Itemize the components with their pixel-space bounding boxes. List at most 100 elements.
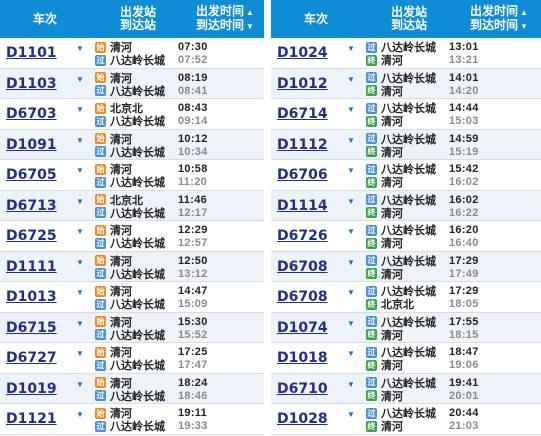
table-row[interactable]: D6714 ▼ 过八达岭长城终清河 14:44 15:03 [271, 99, 541, 130]
arrival-time: 18:46 [178, 389, 208, 402]
expand-stops-icon[interactable]: ▼ [76, 227, 84, 236]
train-number-link[interactable]: D1013 [6, 289, 57, 305]
train-number-link[interactable]: D1012 [277, 76, 328, 92]
pass-station-icon: 过 [366, 407, 377, 419]
expand-stops-icon[interactable]: ▼ [347, 288, 355, 297]
table-row[interactable]: D1019 ▼ 始清河过八达岭长城 18:24 18:46 [0, 373, 264, 404]
table-row[interactable]: D1091 ▼ 始清河过八达岭长城 10:12 10:34 [0, 129, 264, 160]
table-row[interactable]: D1112 ▼ 过八达岭长城终清河 14:59 15:19 [271, 129, 541, 160]
table-row[interactable]: D1013 ▼ 始清河过八达岭长城 14:47 15:09 [0, 282, 264, 313]
train-number-link[interactable]: D1121 [6, 411, 57, 427]
expand-stops-icon[interactable]: ▼ [76, 197, 84, 206]
train-number-link[interactable]: D1024 [277, 45, 328, 61]
table-row[interactable]: D6705 ▼ 始清河过八达岭长城 10:58 11:20 [0, 160, 264, 191]
column-header-train[interactable]: 车次 [271, 12, 361, 26]
sort-descending-icon[interactable]: ▼ [520, 22, 528, 31]
expand-stops-icon[interactable]: ▼ [76, 75, 84, 84]
table-row[interactable]: D1101 ▼ 始清河过八达岭长城 07:30 07:52 [0, 38, 264, 69]
sort-ascending-icon[interactable]: ▲ [246, 8, 254, 17]
expand-stops-icon[interactable]: ▼ [76, 349, 84, 358]
train-number-link[interactable]: D6703 [6, 106, 57, 122]
expand-stops-icon[interactable]: ▼ [347, 349, 355, 358]
expand-stops-icon[interactable]: ▼ [76, 410, 84, 419]
table-row[interactable]: D1121 ▼ 始清河过八达岭长城 19:11 19:33 [0, 404, 264, 435]
expand-stops-icon[interactable]: ▼ [76, 105, 84, 114]
table-row[interactable]: D6725 ▼ 始清河过八达岭长城 12:29 12:57 [0, 221, 264, 252]
expand-stops-icon[interactable]: ▼ [347, 410, 355, 419]
train-number-link[interactable]: D1101 [6, 45, 57, 61]
table-row[interactable]: D1114 ▼ 过八达岭长城终清河 16:02 16:22 [271, 190, 541, 221]
expand-stops-icon[interactable]: ▼ [76, 258, 84, 267]
expand-stops-icon[interactable]: ▼ [347, 258, 355, 267]
column-header-times[interactable]: 出发时间 ▲ 到达时间 ▼ [457, 5, 541, 33]
sort-descending-icon[interactable]: ▼ [246, 22, 254, 31]
table-row[interactable]: D6708 ▼ 过八达岭长城终清河 17:29 17:49 [271, 251, 541, 282]
table-row[interactable]: D1012 ▼ 过八达岭长城终清河 14:01 14:20 [271, 68, 541, 99]
arrival-time: 17:47 [178, 359, 208, 371]
expand-stops-icon[interactable]: ▼ [76, 380, 84, 389]
train-number-link[interactable]: D6714 [277, 106, 328, 122]
expand-stops-icon[interactable]: ▼ [347, 380, 355, 389]
column-header-times[interactable]: 出发时间 ▲ 到达时间 ▼ [186, 5, 264, 33]
table-row[interactable]: D6726 ▼ 过八达岭长城终清河 16:20 16:40 [271, 221, 541, 252]
table-row[interactable]: D6706 ▼ 过八达岭长城终清河 15:42 16:02 [271, 160, 541, 191]
table-row[interactable]: D1111 ▼ 始清河过八达岭长城 12:50 13:12 [0, 251, 264, 282]
expand-stops-icon[interactable]: ▼ [347, 105, 355, 114]
expand-stops-icon[interactable]: ▼ [347, 319, 355, 328]
table-row[interactable]: D6727 ▼ 始清河过八达岭长城 17:25 17:47 [0, 343, 264, 374]
column-header-stations[interactable]: 出发站 到达站 [361, 6, 457, 32]
column-header-stations[interactable]: 出发站 到达站 [90, 6, 186, 32]
expand-stops-icon[interactable]: ▼ [76, 136, 84, 145]
column-header-departure-time: 出发时间 [196, 4, 245, 18]
table-row[interactable]: D1018 ▼ 过八达岭长城终清河 18:47 19:06 [271, 343, 541, 374]
train-number-link[interactable]: D1091 [6, 137, 57, 153]
train-number-link[interactable]: D6708 [277, 289, 328, 305]
train-number-link[interactable]: D1111 [6, 259, 57, 275]
train-number-link[interactable]: D1019 [6, 381, 57, 397]
train-number-link[interactable]: D1028 [277, 411, 328, 427]
train-number-link[interactable]: D6708 [277, 259, 328, 275]
departure-time: 14:59 [449, 132, 479, 145]
arrival-time: 12:57 [178, 237, 208, 249]
train-number-link[interactable]: D1114 [277, 198, 328, 214]
column-header-train[interactable]: 车次 [0, 12, 90, 26]
start-station-icon: 始 [95, 72, 106, 83]
table-row[interactable]: D6703 ▼ 始北京北过八达岭长城 08:43 09:14 [0, 99, 264, 130]
table-row[interactable]: D1028 ▼ 过八达岭长城终清河 20:44 21:03 [271, 404, 541, 435]
expand-stops-icon[interactable]: ▼ [347, 44, 355, 53]
expand-stops-icon[interactable]: ▼ [347, 197, 355, 206]
expand-stops-icon[interactable]: ▼ [76, 288, 84, 297]
train-number-link[interactable]: D6710 [277, 381, 328, 397]
expand-stops-icon[interactable]: ▼ [347, 136, 355, 145]
arrival-station-name: 清河 [381, 116, 403, 128]
table-row[interactable]: D1024 ▼ 过八达岭长城终清河 13:01 13:21 [271, 38, 541, 69]
table-row[interactable]: D6713 ▼ 始北京北过八达岭长城 11:46 12:17 [0, 190, 264, 221]
arrival-station: 过八达岭长城 [95, 53, 165, 67]
table-row[interactable]: D6710 ▼ 过八达岭长城终清河 19:41 20:01 [271, 373, 541, 404]
expand-stops-icon[interactable]: ▼ [76, 319, 84, 328]
train-number-link[interactable]: D6713 [6, 198, 57, 214]
train-number-link[interactable]: D1103 [6, 76, 57, 92]
departure-time: 08:43 [178, 102, 208, 114]
expand-stops-icon[interactable]: ▼ [76, 166, 84, 175]
train-number-link[interactable]: D6715 [6, 320, 57, 336]
sort-ascending-icon[interactable]: ▲ [520, 8, 528, 17]
train-number-link[interactable]: D6725 [6, 228, 57, 244]
train-number-link[interactable]: D6705 [6, 167, 57, 183]
expand-stops-icon[interactable]: ▼ [347, 227, 355, 236]
table-row[interactable]: D6708 ▼ 过八达岭长城终北京北 17:29 18:05 [271, 282, 541, 313]
expand-stops-icon[interactable]: ▼ [347, 75, 355, 84]
train-number-link[interactable]: D6726 [277, 228, 328, 244]
train-number-link[interactable]: D1074 [277, 320, 328, 336]
expand-stops-icon[interactable]: ▼ [347, 166, 355, 175]
arrival-station: 终清河 [366, 53, 403, 67]
expand-stops-icon[interactable]: ▼ [76, 44, 84, 53]
train-number-link[interactable]: D1018 [277, 350, 328, 366]
table-row[interactable]: D6715 ▼ 始清河过八达岭长城 15:30 15:52 [0, 312, 264, 343]
table-row[interactable]: D1103 ▼ 始清河过八达岭长城 08:19 08:41 [0, 68, 264, 99]
arrival-station: 过八达岭长城 [95, 175, 165, 189]
train-number-link[interactable]: D1112 [277, 137, 328, 153]
table-row[interactable]: D1074 ▼ 过八达岭长城终清河 17:55 18:15 [271, 312, 541, 343]
train-number-link[interactable]: D6706 [277, 167, 328, 183]
train-number-link[interactable]: D6727 [6, 350, 57, 366]
